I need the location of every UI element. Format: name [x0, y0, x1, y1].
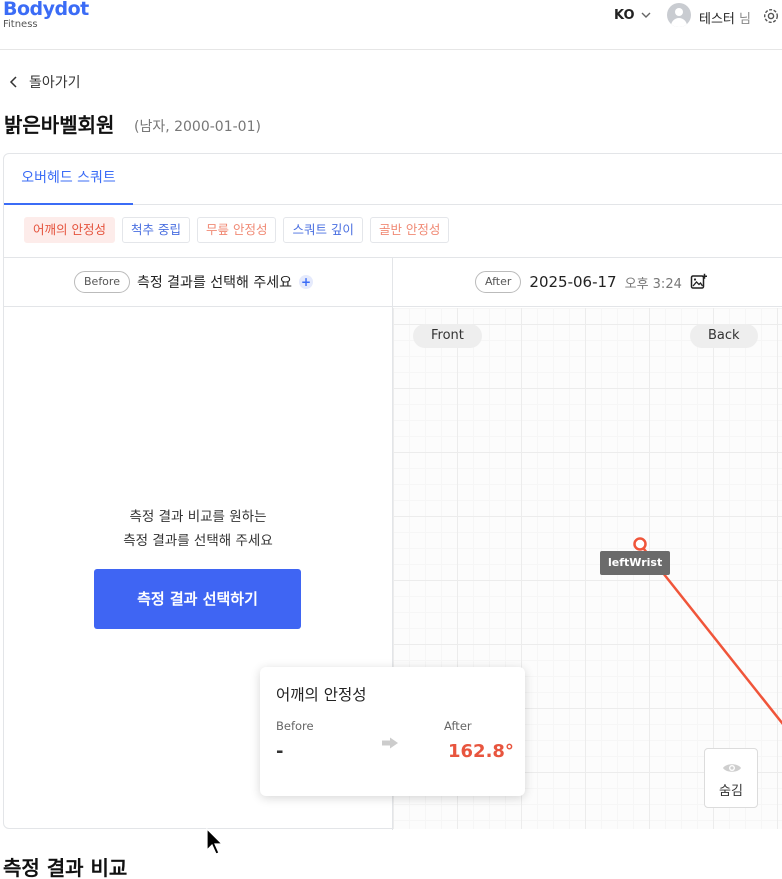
- tab-overhead-squat[interactable]: 오버헤드 스쿼트: [4, 154, 133, 205]
- back-link[interactable]: 돌아가기: [8, 72, 81, 92]
- compare-header: Before 측정 결과를 선택해 주세요 + After 2025-06-17…: [4, 257, 782, 307]
- chip-squat-depth[interactable]: 스쿼트 깊이: [283, 217, 363, 243]
- select-result-button[interactable]: 측정 결과 선택하기: [94, 569, 301, 629]
- left-wrist-joint: [633, 537, 647, 551]
- chip-pelvis-stability[interactable]: 골반 안정성: [369, 217, 450, 243]
- logo-sub-text: Fitness: [3, 19, 38, 30]
- before-heading: 측정 결과를 선택해 주세요: [136, 275, 292, 291]
- tab-bar: 오버헤드 스쿼트: [4, 154, 782, 205]
- member-name: 밝은바벨회원: [4, 113, 115, 137]
- image-add-icon[interactable]: [690, 273, 708, 291]
- chevron-left-icon: [9, 76, 17, 88]
- chip-knee-stability[interactable]: 무릎 안정성: [196, 217, 277, 243]
- back-label: 돌아가기: [29, 75, 81, 91]
- joint-label-left-wrist: leftWrist: [600, 551, 671, 575]
- after-label: After: [444, 719, 472, 733]
- chevron-down-icon[interactable]: [640, 9, 652, 21]
- brand-logo[interactable]: Bodydot Fitness: [3, 0, 89, 30]
- user-honorific: 님: [739, 12, 751, 27]
- plus-icon[interactable]: +: [299, 275, 313, 289]
- before-value: -: [276, 741, 284, 762]
- before-empty-message: 측정 결과 비교를 원하는 측정 결과를 선택해 주세요: [4, 505, 392, 553]
- chip-shoulder-stability[interactable]: 어깨의 안정성: [24, 217, 115, 243]
- before-label: Before: [276, 719, 314, 733]
- metric-title: 어깨의 안정성: [276, 686, 367, 704]
- logo-main-text: Bodydot: [3, 0, 89, 20]
- after-header: After 2025-06-17 오후 3:24: [475, 271, 708, 293]
- hide-toggle-button[interactable]: 숨김: [704, 748, 758, 808]
- member-info: (남자, 2000-01-01): [134, 119, 261, 135]
- arrow-right-icon: [382, 737, 398, 749]
- before-pill: Before: [74, 271, 130, 293]
- after-date: 2025-06-17: [529, 273, 617, 291]
- avatar-icon[interactable]: [667, 3, 691, 27]
- mouse-cursor-icon: [206, 828, 224, 855]
- language-selector[interactable]: KO: [614, 8, 635, 23]
- eye-icon: [723, 764, 741, 772]
- user-name[interactable]: 테스터: [699, 8, 735, 27]
- chip-spine-neutral[interactable]: 척추 중립: [121, 217, 190, 243]
- metric-comparison-popup: 어깨의 안정성 Before After - 162.8°: [260, 667, 525, 796]
- hide-label: 숨김: [719, 784, 743, 799]
- metric-chip-group: 어깨의 안정성 척추 중립 무릎 안정성 스쿼트 깊이 골반 안정성: [24, 217, 450, 243]
- after-value: 162.8°: [448, 741, 514, 762]
- empty-line-1: 측정 결과 비교를 원하는: [129, 509, 267, 525]
- after-pill: After: [475, 271, 522, 293]
- gear-icon[interactable]: [761, 6, 781, 26]
- before-header[interactable]: Before 측정 결과를 선택해 주세요 +: [74, 271, 313, 293]
- section-title-comparison: 측정 결과 비교: [3, 856, 128, 879]
- after-time: 오후 3:24: [624, 276, 682, 292]
- empty-line-2: 측정 결과를 선택해 주세요: [123, 533, 273, 549]
- top-header: Bodydot Fitness KO 테스터 님: [0, 0, 782, 50]
